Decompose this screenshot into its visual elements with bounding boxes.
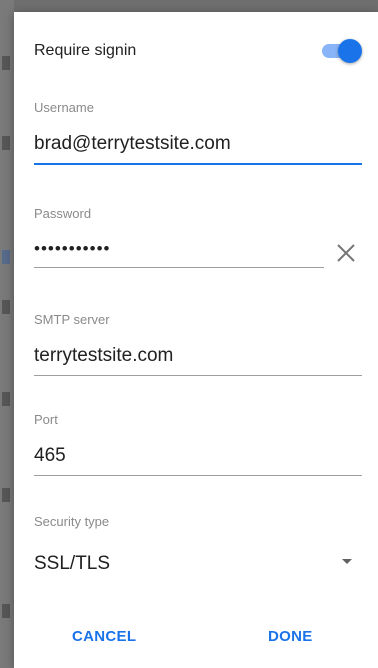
smtp-server-label: SMTP server (34, 312, 110, 327)
security-type-dropdown[interactable]: SSL/TLS (34, 553, 362, 583)
security-type-value: SSL/TLS (34, 553, 111, 574)
background-text-fragment (2, 392, 10, 406)
require-signin-toggle[interactable] (318, 38, 362, 64)
smtp-server-input[interactable] (34, 345, 362, 376)
toggle-thumb (338, 39, 362, 63)
security-type-label: Security type (34, 514, 110, 529)
background-app-edge (0, 0, 14, 668)
background-text-fragment (2, 56, 10, 70)
background-text-fragment (2, 488, 10, 502)
background-text-fragment (2, 136, 10, 150)
port-field: Port (34, 412, 362, 476)
close-x-icon[interactable] (334, 241, 358, 265)
require-signin-label: Require signin (34, 42, 137, 59)
password-field: Password (34, 206, 362, 268)
username-label: Username (34, 100, 94, 115)
smtp-server-field: SMTP server (34, 312, 362, 376)
password-input-row (34, 239, 362, 268)
done-button[interactable]: DONE (262, 624, 319, 649)
username-field: Username (34, 100, 362, 165)
caret-down-icon (342, 559, 352, 564)
port-label: Port (34, 412, 58, 427)
port-input[interactable] (34, 445, 362, 476)
username-input[interactable] (34, 133, 362, 165)
cancel-button[interactable]: CANCEL (66, 624, 142, 649)
require-signin-row: Require signin (34, 38, 362, 64)
security-type-field: Security type SSL/TLS (34, 514, 362, 583)
background-text-fragment (2, 300, 10, 314)
smtp-settings-dialog: Require signin Username Password SMTP se… (14, 12, 378, 668)
password-label: Password (34, 206, 92, 221)
background-text-fragment (2, 604, 10, 618)
background-text-fragment (2, 250, 10, 264)
dialog-actions: CANCEL DONE (14, 624, 378, 654)
password-input[interactable] (34, 239, 324, 268)
